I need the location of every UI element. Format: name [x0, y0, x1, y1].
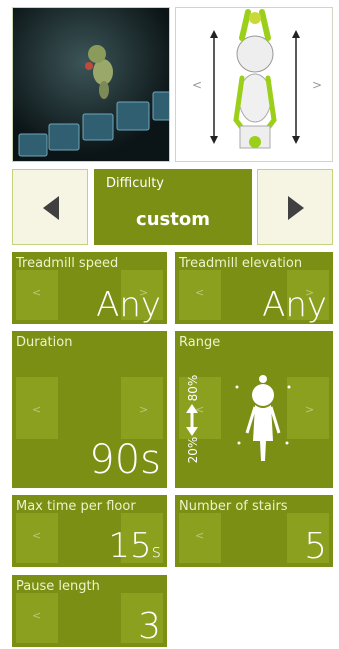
difficulty-prev-button[interactable] [12, 169, 88, 245]
max-time-per-floor-unit: s [151, 541, 161, 562]
treadmill-speed-value: Any [96, 285, 161, 324]
max-time-per-floor-left-chevron: < [32, 529, 42, 542]
pause-length-value: 3 [138, 606, 161, 647]
treadmill-speed-title: Treadmill speed [16, 256, 119, 271]
treadmill-speed-tile: < > Treadmill speed Any [12, 252, 167, 324]
avatar-prev-chevron[interactable]: < [192, 78, 202, 92]
pause-length-left-chevron: < [32, 609, 42, 622]
treadmill-speed-left-chevron: < [32, 286, 42, 299]
range-high-label: 80% [186, 374, 200, 402]
treadmill-elevation-title: Treadmill elevation [179, 256, 303, 271]
treadmill-elevation-value: Any [262, 285, 327, 324]
difficulty-panel: Difficulty custom [94, 169, 252, 245]
game-scene-preview [12, 7, 170, 162]
number-of-stairs-left-chevron: < [195, 529, 205, 542]
difficulty-next-button[interactable] [257, 169, 333, 245]
duration-value: 90s [89, 437, 161, 483]
range-title: Range [179, 335, 221, 350]
range-right-chevron: > [305, 403, 315, 416]
avatar-pose-preview[interactable]: < > [175, 7, 333, 162]
max-time-per-floor-tile: < Max time per floor 15s [12, 495, 167, 567]
pause-length-title: Pause length [16, 579, 100, 594]
difficulty-label: Difficulty [106, 176, 164, 191]
max-time-per-floor-title: Max time per floor [16, 499, 136, 514]
avatar-next-chevron[interactable]: > [312, 78, 322, 92]
triangle-left-icon [43, 196, 59, 220]
max-time-per-floor-value-group: 15s [108, 529, 161, 563]
duration-left-chevron: < [32, 403, 42, 416]
difficulty-value: custom [136, 209, 210, 230]
duration-right-chevron: > [139, 403, 149, 416]
number-of-stairs-title: Number of stairs [179, 499, 288, 514]
number-of-stairs-tile: < Number of stairs 5 [175, 495, 333, 567]
treadmill-elevation-left-chevron: < [195, 286, 205, 299]
triangle-right-icon [288, 196, 304, 220]
range-tile: < > Range 80% 20% [175, 331, 333, 488]
range-avatar-icon [235, 375, 291, 461]
duration-title: Duration [16, 335, 73, 350]
range-low-label: 20% [186, 436, 200, 464]
pause-length-tile: < Pause length 3 [12, 575, 167, 647]
game-scene-image [13, 8, 169, 161]
max-time-per-floor-value: 15 [108, 526, 152, 566]
duration-tile: < > Duration 90s [12, 331, 167, 488]
treadmill-elevation-tile: < > Treadmill elevation Any [175, 252, 333, 324]
number-of-stairs-value: 5 [304, 526, 327, 567]
